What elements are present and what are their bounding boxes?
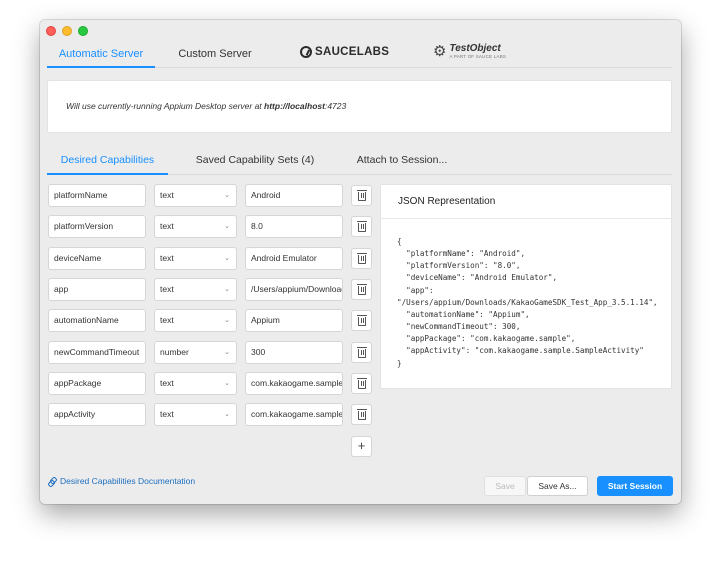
delete-capability-button[interactable] bbox=[351, 310, 372, 331]
delete-capability-button[interactable] bbox=[351, 404, 372, 425]
capability-tabs: Desired Capabilities Saved Capability Se… bbox=[47, 150, 672, 175]
capability-name-input[interactable]: platformName bbox=[48, 184, 146, 207]
desired-capabilities-docs-link[interactable]: Desired Capabilities Documentation bbox=[48, 476, 195, 486]
capability-value-input[interactable]: com.kakaogame.sample.SampleActivity bbox=[245, 403, 343, 426]
chevron-down-icon: ⌄ bbox=[224, 286, 230, 293]
testobject-label: TestObject bbox=[449, 43, 501, 54]
testobject-sublabel: A PART OF SAUCE LABS bbox=[449, 54, 506, 59]
capability-name-input[interactable]: platformVersion bbox=[48, 215, 146, 238]
saucelabs-logo-icon bbox=[300, 46, 312, 58]
trash-icon bbox=[357, 253, 367, 264]
link-icon bbox=[48, 478, 55, 485]
capability-type-value: number bbox=[160, 347, 189, 357]
chevron-down-icon: ⌄ bbox=[224, 411, 230, 418]
appium-desktop-window: Automatic Server Custom Server SAUCELABS… bbox=[40, 20, 681, 504]
capability-name-input[interactable]: app bbox=[48, 278, 146, 301]
zoom-window-button[interactable] bbox=[78, 26, 88, 36]
delete-capability-button[interactable] bbox=[351, 185, 372, 206]
capability-type-select[interactable]: text ⌄ bbox=[154, 215, 237, 238]
chevron-down-icon: ⌄ bbox=[224, 380, 230, 387]
save-as-button[interactable]: Save As... bbox=[527, 476, 588, 496]
saucelabs-label: SAUCELABS bbox=[315, 46, 390, 58]
capability-type-select[interactable]: text ⌄ bbox=[154, 403, 237, 426]
minimize-window-button[interactable] bbox=[62, 26, 72, 36]
delete-capability-button[interactable] bbox=[351, 373, 372, 394]
capability-type-value: text bbox=[160, 284, 174, 294]
window-controls bbox=[46, 26, 88, 36]
capability-type-select[interactable]: text ⌄ bbox=[154, 278, 237, 301]
capability-value-input[interactable]: Android Emulator bbox=[245, 247, 343, 270]
server-message: Will use currently-running Appium Deskto… bbox=[66, 101, 346, 111]
capability-type-value: text bbox=[160, 253, 174, 263]
docs-link-label: Desired Capabilities Documentation bbox=[60, 476, 196, 486]
capability-value-input[interactable]: com.kakaogame.sample bbox=[245, 372, 343, 395]
json-code: { "platformName": "Android", "platformVe… bbox=[397, 237, 658, 368]
tab-saucelabs[interactable]: SAUCELABS bbox=[300, 46, 389, 58]
tab-automatic-server[interactable]: Automatic Server bbox=[47, 42, 155, 68]
trash-icon bbox=[357, 284, 367, 295]
server-info-panel: Will use currently-running Appium Deskto… bbox=[47, 80, 672, 133]
capability-value-input[interactable]: 8.0 bbox=[245, 215, 343, 238]
start-session-button[interactable]: Start Session bbox=[597, 476, 673, 496]
capability-name-input[interactable]: appActivity bbox=[48, 403, 146, 426]
server-url: http://localhost bbox=[264, 101, 325, 111]
save-button[interactable]: Save bbox=[484, 476, 526, 496]
capability-value-input[interactable]: Appium bbox=[245, 309, 343, 332]
tab-custom-server[interactable]: Custom Server bbox=[165, 42, 265, 68]
capability-name-input[interactable]: deviceName bbox=[48, 247, 146, 270]
capability-name-input[interactable]: newCommandTimeout bbox=[48, 341, 146, 364]
capability-type-select[interactable]: number ⌄ bbox=[154, 341, 237, 364]
json-representation-panel: JSON Representation { "platformName": "A… bbox=[380, 184, 672, 389]
server-port: :4723 bbox=[324, 101, 347, 111]
delete-capability-button[interactable] bbox=[351, 248, 372, 269]
trash-icon bbox=[357, 378, 367, 389]
capability-name-input[interactable]: automationName bbox=[48, 309, 146, 332]
tab-saved-capability-sets[interactable]: Saved Capability Sets (4) bbox=[187, 150, 323, 175]
chevron-down-icon: ⌄ bbox=[224, 255, 230, 262]
server-message-prefix: Will use currently-running Appium Deskto… bbox=[66, 101, 265, 111]
capability-type-value: text bbox=[160, 221, 174, 231]
json-panel-divider bbox=[381, 218, 671, 219]
trash-icon bbox=[357, 315, 367, 326]
capability-type-value: text bbox=[160, 190, 174, 200]
capability-value-input[interactable]: Android bbox=[245, 184, 343, 207]
delete-capability-button[interactable] bbox=[351, 279, 372, 300]
trash-icon bbox=[357, 190, 367, 201]
chevron-down-icon: ⌄ bbox=[224, 223, 230, 230]
tab-attach-to-session[interactable]: Attach to Session... bbox=[346, 150, 458, 175]
capability-value-input[interactable]: /Users/appium/Downloads/KakaoGameSDK_Tes… bbox=[245, 278, 343, 301]
close-window-button[interactable] bbox=[46, 26, 56, 36]
server-tabs: Automatic Server Custom Server SAUCELABS… bbox=[47, 42, 672, 68]
testobject-gear-icon: ⚙ bbox=[433, 43, 447, 60]
chevron-down-icon: ⌄ bbox=[224, 349, 230, 356]
capability-type-select[interactable]: text ⌄ bbox=[154, 372, 237, 395]
capability-type-select[interactable]: text ⌄ bbox=[154, 184, 237, 207]
capability-value-input[interactable]: 300 bbox=[245, 341, 343, 364]
tab-desired-capabilities[interactable]: Desired Capabilities bbox=[47, 150, 168, 175]
chevron-down-icon: ⌄ bbox=[224, 317, 230, 324]
json-panel-title: JSON Representation bbox=[398, 196, 496, 207]
trash-icon bbox=[357, 221, 367, 232]
capability-type-value: text bbox=[160, 315, 174, 325]
add-capability-button[interactable]: + bbox=[351, 436, 372, 457]
capability-name-input[interactable]: appPackage bbox=[48, 372, 146, 395]
chevron-down-icon: ⌄ bbox=[224, 192, 230, 199]
delete-capability-button[interactable] bbox=[351, 342, 372, 363]
trash-icon bbox=[357, 409, 367, 420]
trash-icon bbox=[357, 347, 367, 358]
capability-type-value: text bbox=[160, 409, 174, 419]
capability-type-select[interactable]: text ⌄ bbox=[154, 247, 237, 270]
capability-type-select[interactable]: text ⌄ bbox=[154, 309, 237, 332]
capability-type-value: text bbox=[160, 378, 174, 388]
tab-testobject[interactable]: ⚙ TestObject A PART OF SAUCE LABS bbox=[433, 44, 506, 60]
delete-capability-button[interactable] bbox=[351, 216, 372, 237]
